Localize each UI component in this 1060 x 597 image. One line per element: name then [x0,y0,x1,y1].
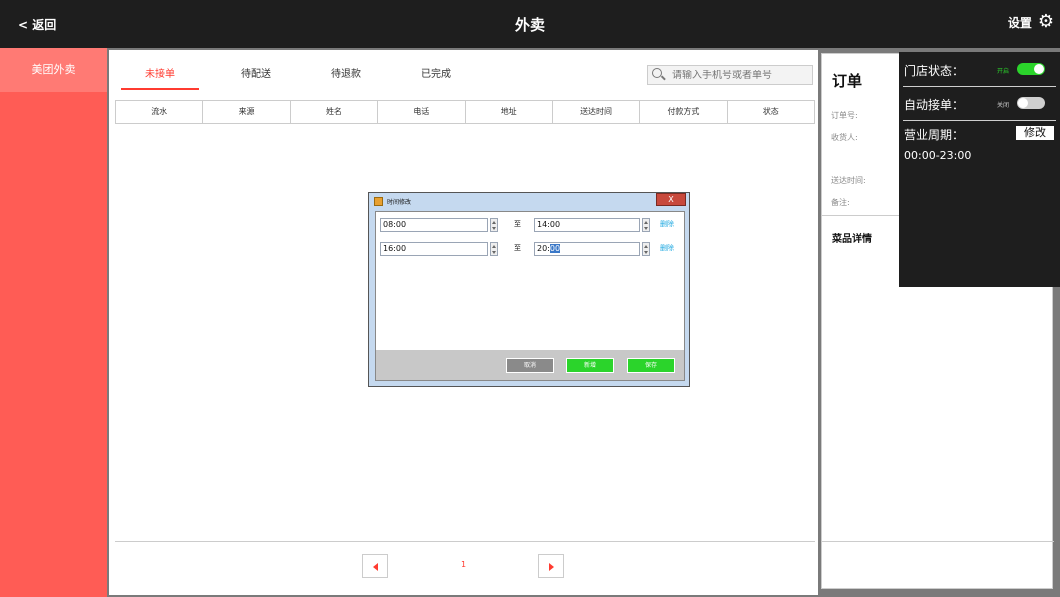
caret-left-icon [373,563,378,571]
end-time-spinner[interactable] [642,242,650,256]
settings-label: 设置 [1007,15,1032,30]
column-delivery-time: 送达时间 [553,101,641,123]
start-time-field[interactable]: 16:00 [380,242,488,256]
start-time-spinner[interactable] [490,218,498,232]
start-time-field[interactable]: 08:00 [380,218,488,232]
back-button[interactable]: < 返回 [18,16,56,33]
order-number-label: 订单号: [831,111,858,120]
column-source: 来源 [203,101,291,123]
search-box[interactable] [647,65,813,85]
auto-accept-toggle-label: 关闭 [997,102,1010,109]
time-row: 16:00 至 20:00 删除 [380,242,680,256]
next-page-button[interactable] [538,554,564,578]
auto-accept-label: 自动接单： [904,98,965,112]
time-row: 08:00 至 14:00 删除 [380,218,680,232]
dialog-titlebar: 时间修改 X [369,193,689,211]
dialog-body: 08:00 至 14:00 删除 16:00 至 20:00 删除 取消 新增 … [375,211,685,381]
tab-completed[interactable]: 已完成 [391,62,481,90]
modify-button[interactable]: 修改 [1016,126,1054,140]
remark-label: 备注: [831,198,850,207]
pager-divider [115,541,815,542]
tab-refund[interactable]: 待退款 [301,62,391,90]
end-time-prefix: 20: [537,244,550,253]
dialog-title: 时间修改 [387,199,412,206]
page-title: 外卖 [514,16,545,34]
save-button[interactable]: 保存 [627,358,675,373]
end-time-spinner[interactable] [642,218,650,232]
prev-page-button[interactable] [362,554,388,578]
cancel-button[interactable]: 取消 [506,358,554,373]
page-number[interactable]: 1 [461,560,466,569]
gear-icon: ⚙ [1037,11,1054,32]
store-status-toggle-label: 开启 [997,68,1010,75]
close-icon[interactable]: X [656,193,686,206]
range-separator: 至 [514,220,521,228]
delete-row-button[interactable]: 删除 [660,243,674,253]
order-title: 订单 [832,72,863,90]
auto-accept-toggle[interactable] [1017,97,1045,109]
column-payment: 付款方式 [640,101,728,123]
settings-button[interactable]: 设置 ⚙ [1008,13,1054,31]
start-time-spinner[interactable] [490,242,498,256]
business-period-value: 00:00-23:00 [904,149,972,162]
column-status: 状态 [762,107,779,116]
receiver-label: 收货人: [831,133,858,142]
column-phone: 电话 [378,101,466,123]
time-edit-dialog: 时间修改 X 08:00 至 14:00 删除 16:00 至 20:00 删除… [368,192,690,387]
delivery-time-label: 送达时间: [831,176,866,185]
store-settings-panel: 门店状态： 开启 自动接单： 关闭 营业周期： 修改 00:00-23:00 [899,52,1060,287]
tab-pending[interactable]: 未接单 [121,62,199,90]
add-button[interactable]: 新增 [566,358,614,373]
top-bar: < 返回 外卖 设置 ⚙ [0,0,1060,48]
end-time-field[interactable]: 14:00 [534,218,640,232]
sidebar: 美团外卖 [0,48,107,597]
store-divider-1 [903,86,1056,87]
table-header: 流水 来源 姓名 电话 地址 送达时间 付款方式 状态 [115,100,815,124]
end-time-selection: 00 [549,244,561,253]
order-tabs: 未接单 待配送 待退款 已完成 [121,62,481,90]
delete-row-button[interactable]: 删除 [660,219,674,229]
dialog-footer: 取消 新增 保存 [376,350,684,380]
store-status-toggle[interactable] [1017,63,1045,75]
search-icon [652,68,666,82]
search-input[interactable] [672,69,812,81]
end-time-field[interactable]: 20:00 [534,242,640,256]
order-footer-divider [822,541,1054,542]
sidebar-item-meituan[interactable]: 美团外卖 [0,48,107,92]
store-status-label: 门店状态： [904,64,965,78]
window-icon [374,197,383,206]
business-period-label: 营业周期： [904,128,965,142]
dishes-title: 菜品详情 [832,234,872,245]
store-divider-2 [903,120,1056,121]
tab-to-deliver[interactable]: 待配送 [211,62,301,90]
caret-right-icon [549,563,554,571]
range-separator: 至 [514,244,521,252]
column-name: 姓名 [291,101,379,123]
column-serial: 流水 [116,101,204,123]
column-address: 地址 [466,101,553,123]
